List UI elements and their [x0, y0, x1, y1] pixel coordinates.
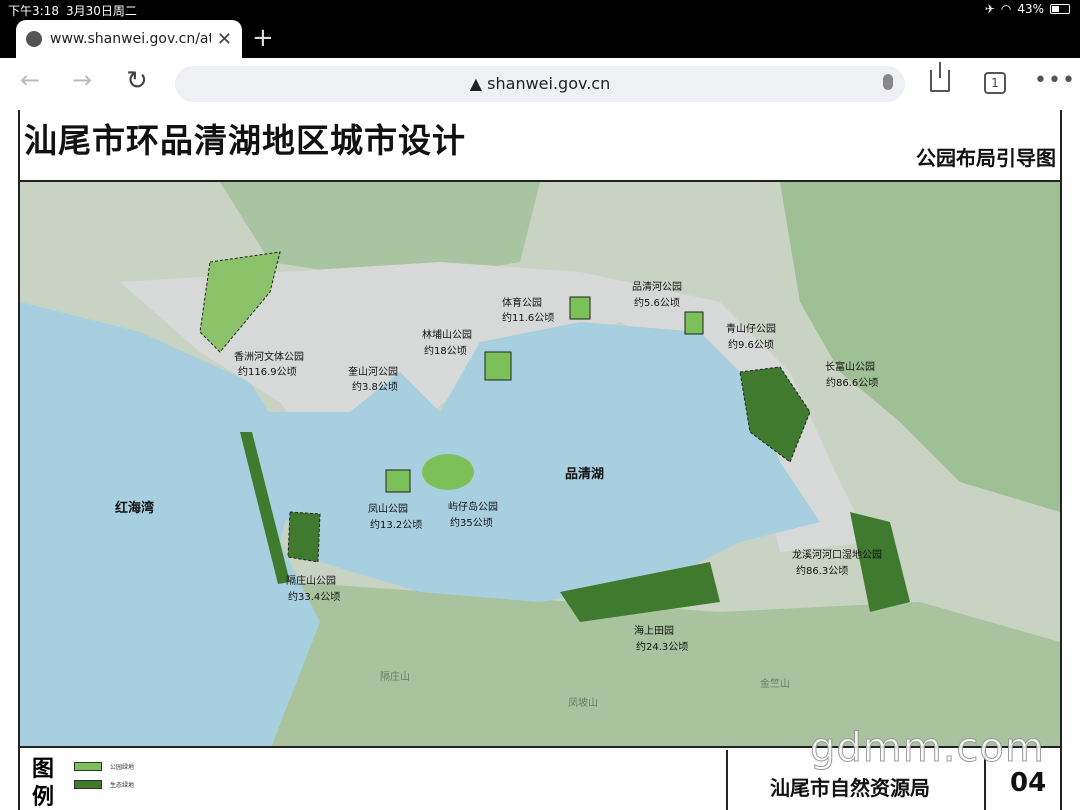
globe-icon [26, 31, 42, 47]
label-park-name: 凤山公园 [368, 503, 408, 515]
park-pinqinghe [684, 311, 704, 335]
watermark: gdmm.com [810, 725, 1045, 772]
label-park-area: 约33.4公顷 [288, 590, 340, 603]
close-tab-icon[interactable]: ✕ [217, 29, 232, 50]
yuzai-island [422, 454, 474, 490]
legend-label: 生态绿地 [110, 782, 135, 789]
legend-item-park: 公园绿地 [74, 762, 134, 771]
back-button[interactable]: ← [20, 66, 40, 94]
label-park-name: 香洲河文体公园 [234, 350, 304, 363]
legend-swatch-park [74, 762, 102, 771]
battery-icon [1050, 4, 1070, 14]
agency-name: 汕尾市自然资源局 [770, 776, 930, 800]
label-park-name: 长富山公园 [825, 360, 875, 373]
browser-tab[interactable]: www.shanwei.gov.cn/atta ✕ [16, 20, 242, 58]
map-canvas: 红海湾 品清湖 品清河公园 约5.6公顷 体育公园 约11.6公顷 林埔山公园 … [20, 182, 1060, 746]
label-park-name: 青山仔公园 [726, 322, 776, 335]
label-park-area: 约13.2公顷 [370, 518, 422, 531]
label-park-area: 约5.6公顷 [634, 296, 680, 309]
label-park-area: 约9.6公顷 [728, 338, 774, 351]
tab-strip: www.shanwei.gov.cn/atta ✕ + [0, 20, 1080, 58]
label-park-area: 约18公顷 [424, 344, 467, 357]
label-terrain: 金竺山 [760, 677, 790, 690]
microphone-icon[interactable] [883, 74, 893, 90]
label-terrain: 凤坡山 [568, 696, 598, 709]
footer-divider [726, 750, 728, 810]
document-title: 汕尾市环品清湖地区城市设计 [24, 121, 466, 160]
label-park-area: 约35公顷 [450, 516, 493, 529]
more-menu-button[interactable]: ••• [1034, 68, 1076, 93]
label-park-area: 约86.6公顷 [826, 376, 878, 389]
label-park-name: 体育公园 [502, 296, 542, 309]
forward-button[interactable]: → [72, 66, 92, 94]
label-park-name: 屿仔岛公园 [448, 500, 498, 513]
park-fengshan [385, 469, 411, 493]
tab-count-button[interactable]: 1 [984, 72, 1006, 94]
page-number: 04 [1010, 768, 1047, 798]
browser-toolbar: ← → ↻ ▲ shanwei.gov.cn 1 ••• [0, 58, 1080, 110]
park-gezhuang [287, 511, 321, 563]
label-park-name: 龙溪河河口湿地公园 [792, 548, 882, 561]
address-bar[interactable]: ▲ shanwei.gov.cn [175, 66, 905, 102]
park-tiyu [569, 296, 591, 320]
label-park-name: 奎山河公园 [348, 365, 398, 378]
reload-button[interactable]: ↻ [126, 66, 148, 96]
document-subtitle: 公园布局引导图 [916, 146, 1056, 170]
label-park-area: 约3.8公顷 [352, 380, 398, 393]
status-bar: 下午3:18 3月30日周二 ✈ ◠ 43% [0, 0, 1080, 20]
legend-label: 公园绿地 [110, 764, 135, 771]
battery-percent: 43% [1017, 2, 1044, 16]
status-right: ✈ ◠ 43% [985, 2, 1070, 16]
label-terrain: 隔庄山 [380, 670, 410, 683]
tab-title: www.shanwei.gov.cn/atta [50, 31, 211, 47]
label-honghai-bay: 红海湾 [115, 500, 154, 516]
new-tab-button[interactable]: + [252, 24, 274, 52]
wifi-icon: ◠ [1000, 2, 1012, 16]
label-park-name: 品清河公园 [632, 280, 682, 293]
label-park-area: 约116.9公顷 [238, 365, 297, 378]
legend-item-eco: 生态绿地 [74, 780, 134, 789]
airplane-icon: ✈ [984, 2, 995, 16]
label-park-area: 约86.3公顷 [796, 564, 848, 577]
park-linpu [484, 351, 512, 381]
address-url: ▲ shanwei.gov.cn [469, 74, 611, 93]
label-park-name: 林埔山公园 [422, 328, 472, 341]
share-icon[interactable] [930, 62, 950, 92]
label-park-area: 约11.6公顷 [502, 311, 554, 324]
document-sheet: 汕尾市环品清湖地区城市设计 公园布局引导图 红海湾 品清湖 品清河公园 约5.6… [18, 110, 1062, 810]
label-park-name: 海上田园 [634, 624, 674, 637]
status-time: 下午3:18 [8, 4, 59, 18]
label-pinqing-lake: 品清湖 [565, 466, 604, 482]
page-content: 汕尾市环品清湖地区城市设计 公园布局引导图 红海湾 品清湖 品清河公园 约5.6… [0, 110, 1080, 810]
status-date: 3月30日周二 [66, 4, 137, 18]
label-park-area: 约24.3公顷 [636, 640, 688, 653]
label-park-name: 隔庄山公园 [286, 574, 336, 587]
legend-title: 图例 [32, 757, 55, 810]
legend-swatch-eco [74, 780, 102, 789]
park-layout-map: 红海湾 品清湖 品清河公园 约5.6公顷 体育公园 约11.6公顷 林埔山公园 … [20, 180, 1060, 748]
